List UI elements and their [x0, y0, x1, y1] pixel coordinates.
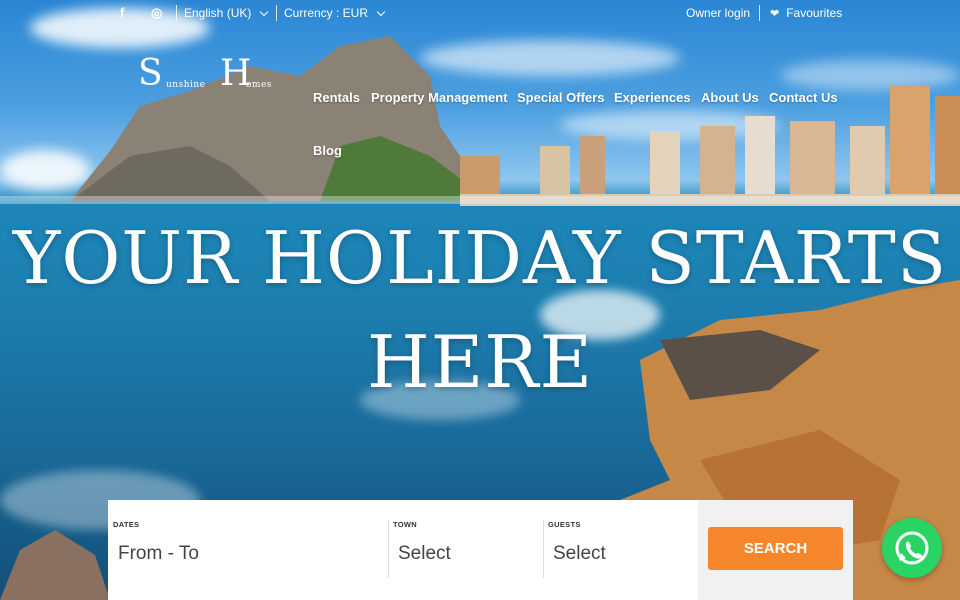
chevron-down-icon [260, 7, 269, 16]
town-select[interactable]: TOWN Select [388, 500, 543, 600]
instagram-icon[interactable]: ◎ [151, 6, 162, 20]
logo-text-homes: omes [246, 80, 272, 90]
nav-contact-us[interactable]: Contact Us [769, 90, 838, 105]
currency-selector[interactable]: Currency : EUR [284, 6, 386, 20]
logo-letter-s: S [138, 53, 163, 94]
rock-left [0, 530, 110, 600]
nav-rentals[interactable]: Rentals [313, 90, 360, 105]
facebook-icon[interactable]: f [120, 6, 124, 20]
nav-property-management[interactable]: Property Management [371, 90, 508, 105]
nav-experiences[interactable]: Experiences [614, 90, 691, 105]
whatsapp-icon [895, 531, 929, 565]
logo-text-sunshine: unshine [166, 80, 206, 90]
owner-login-link[interactable]: Owner login [686, 6, 750, 20]
search-button-zone: SEARCH [698, 500, 853, 600]
hero-line-1: YOUR HOLIDAY STARTS [12, 216, 948, 300]
hero-headline: YOUR HOLIDAY STARTS HERE [0, 206, 960, 414]
heart-icon: ❤ [770, 7, 780, 20]
search-button[interactable]: SEARCH [708, 527, 843, 570]
guests-select[interactable]: GUESTS Select [543, 500, 698, 600]
site-logo[interactable]: S unshine H omes [128, 56, 278, 96]
search-form: DATES From - To TOWN Select GUESTS Selec… [108, 500, 853, 600]
dates-value: From - To [118, 543, 199, 564]
nav-about-us[interactable]: About Us [701, 90, 759, 105]
nav-blog[interactable]: Blog [313, 143, 342, 158]
top-bar: f ◎ English (UK) Currency : EUR Owner lo… [0, 0, 960, 28]
favourites-link[interactable]: ❤ Favourites [770, 6, 842, 20]
nav-special-offers[interactable]: Special Offers [517, 90, 604, 105]
chevron-down-icon [376, 7, 386, 16]
language-label: English (UK) [184, 6, 252, 20]
dates-field[interactable]: DATES From - To [108, 500, 388, 600]
favourites-label: Favourites [786, 6, 843, 20]
dates-label: DATES [113, 520, 140, 529]
town-value: Select [398, 543, 451, 564]
guests-value: Select [553, 543, 606, 564]
currency-label: Currency : EUR [284, 6, 369, 20]
hero-line-2: HERE [366, 320, 594, 404]
whatsapp-button[interactable] [882, 518, 942, 578]
owner-login-label: Owner login [686, 6, 751, 20]
language-selector[interactable]: English (UK) [184, 6, 269, 20]
guests-label: GUESTS [548, 520, 581, 529]
town-label: TOWN [393, 520, 417, 529]
